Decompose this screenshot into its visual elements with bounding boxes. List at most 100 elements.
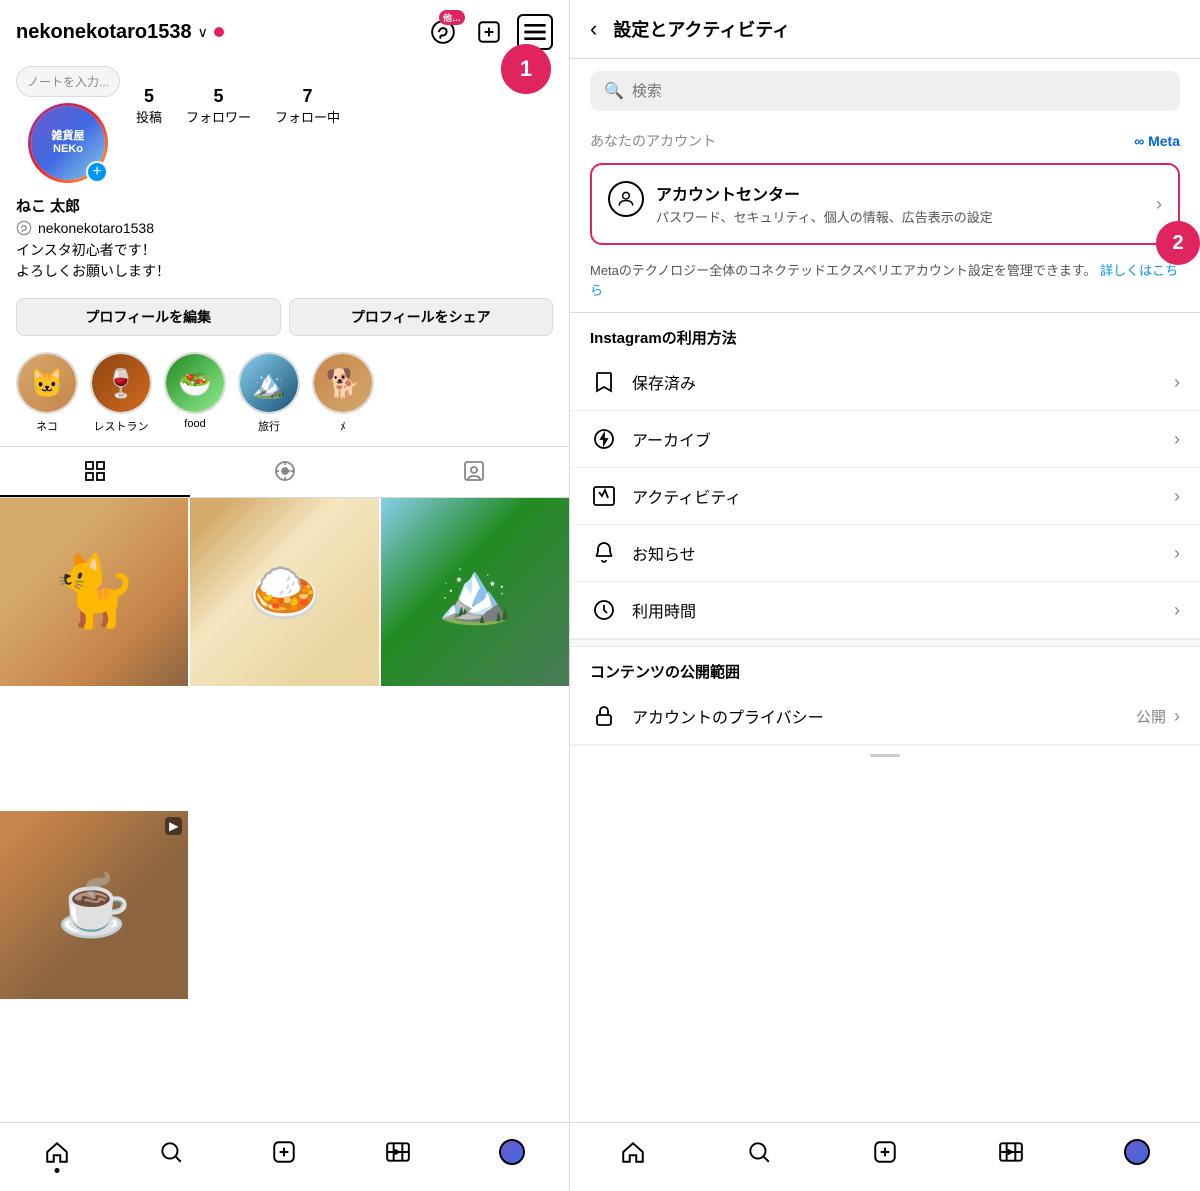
online-dot [214, 27, 224, 37]
highlight-food[interactable]: 🥗 food [164, 352, 226, 434]
highlight-travel[interactable]: 🏔️ 旅行 [238, 352, 300, 434]
privacy-chevron: › [1174, 706, 1180, 727]
avatar-container: 雑貨屋NEKo + [28, 103, 108, 183]
grid-cell-1[interactable]: 🐈 [0, 498, 188, 686]
settings-bottom-hint [570, 745, 1200, 765]
right-search-icon [746, 1139, 772, 1165]
bio-line2: よろしくお願いします！ [16, 263, 170, 279]
right-add-icon [872, 1139, 898, 1165]
settings-item-notifications[interactable]: お知らせ › [570, 525, 1200, 582]
right-nav-home[interactable] [570, 1133, 696, 1171]
search-input[interactable] [632, 83, 1166, 100]
highlight-restaurant[interactable]: 🍷 レストラン [90, 352, 152, 434]
account-section-header: あなたのアカウント ∞ Meta [570, 123, 1200, 157]
grid-cell-4[interactable]: ☕ ▶ [0, 811, 188, 999]
scroll-hint [870, 754, 900, 757]
saved-chevron: › [1174, 372, 1180, 393]
left-panel: nekonekotaro1538 ∨ 他… [0, 0, 570, 1191]
back-button[interactable]: ‹ [590, 16, 597, 42]
right-profile-avatar [1124, 1139, 1150, 1165]
grid-img-4: ☕ [0, 811, 188, 999]
avatar-text: 雑貨屋NEKo [52, 130, 85, 156]
settings-item-saved[interactable]: 保存済み › [570, 354, 1200, 411]
meta-description: Metaのテクノロジー全体のコネクテッドエクスペリエアカウント設定を管理できます… [570, 255, 1200, 313]
highlight-img-restaurant: 🍷 [92, 354, 150, 412]
highlight-label-travel: 旅行 [258, 418, 280, 434]
bottom-nav-left [0, 1122, 569, 1191]
bio-text: インスタ初心者です！ よろしくお願いします！ [16, 240, 553, 282]
settings-item-time[interactable]: 利用時間 › [570, 582, 1200, 639]
display-name: ねこ 太郎 [16, 195, 553, 216]
tab-reels[interactable] [190, 447, 380, 497]
note-text: ノートを入力... [16, 66, 120, 97]
handle-row: nekonekotaro1538 [16, 220, 553, 236]
account-center-text: アカウントセンター パスワード、セキュリティ、個人の情報、広告表示の設定 [656, 181, 1144, 227]
right-home-icon [620, 1139, 646, 1165]
highlight-circle-more: 🐕 [312, 352, 374, 414]
highlight-label-neko: ネコ [36, 418, 58, 434]
username: nekonekotaro1538 [16, 21, 192, 44]
privacy-label: アカウントのプライバシー [632, 704, 1136, 728]
followers-label: フォロワー [186, 107, 251, 126]
stat-followers: 5 フォロワー [186, 86, 251, 126]
highlight-more[interactable]: 🐕 ﾒ [312, 352, 374, 434]
tab-tagged[interactable] [379, 447, 569, 497]
meta-logo: ∞ Meta [1134, 133, 1180, 149]
posts-count: 5 [144, 86, 154, 107]
settings-item-archive[interactable]: アーカイブ › [570, 411, 1200, 468]
highlight-label-more: ﾒ [340, 418, 346, 434]
highlight-circle-travel: 🏔️ [238, 352, 300, 414]
grid-cell-2[interactable]: 🍛 [190, 498, 378, 686]
right-nav-reels[interactable] [948, 1133, 1074, 1171]
bell-icon [590, 539, 618, 567]
bookmark-icon [590, 368, 618, 396]
content-visibility-title: コンテンツの公開範囲 [570, 647, 1200, 688]
threads-handle-icon [16, 220, 32, 236]
share-profile-button[interactable]: プロフィールをシェア [289, 298, 554, 336]
right-reels-icon [998, 1139, 1024, 1165]
search-nav-icon [158, 1139, 184, 1165]
activity-label: アクティビティ [632, 484, 1174, 508]
nav-profile[interactable] [455, 1133, 569, 1171]
add-post-button[interactable] [471, 14, 507, 50]
archive-chevron: › [1174, 429, 1180, 450]
settings-item-privacy[interactable]: アカウントのプライバシー 公開 › [570, 688, 1200, 745]
tab-grid[interactable] [0, 447, 190, 497]
search-icon: 🔍 [604, 81, 624, 101]
time-chevron: › [1174, 600, 1180, 621]
nav-add[interactable] [228, 1133, 342, 1171]
account-center-icon [608, 181, 644, 217]
notification-chevron: › [1174, 543, 1180, 564]
edit-profile-button[interactable]: プロフィールを編集 [16, 298, 281, 336]
highlight-circle-food: 🥗 [164, 352, 226, 414]
nav-search[interactable] [114, 1133, 228, 1171]
grid-cell-3[interactable]: 🏔️ [381, 498, 569, 686]
threads-button[interactable]: 他… [425, 14, 461, 50]
annotation-circle-2: 2 [1156, 221, 1200, 265]
reels-icon [273, 459, 297, 483]
time-label: 利用時間 [632, 598, 1174, 622]
stat-following: 7 フォロー中 [275, 86, 340, 126]
highlight-img-food: 🥗 [166, 354, 224, 412]
nav-home[interactable] [0, 1133, 114, 1171]
meta-desc-text: Metaのテクノロジー全体のコネクテッドエクスペリエアカウント設定を管理できます… [590, 263, 1097, 278]
nav-reels[interactable] [341, 1133, 455, 1171]
grid-img-2: 🍛 [190, 498, 378, 686]
handle-text: nekonekotaro1538 [38, 220, 154, 236]
account-center-subtitle: パスワード、セキュリティ、個人の情報、広告表示の設定 [656, 209, 1144, 227]
action-buttons: プロフィールを編集 プロフィールをシェア [0, 290, 569, 344]
right-nav-profile[interactable] [1074, 1133, 1200, 1171]
right-topbar: ‹ 設定とアクティビティ [570, 0, 1200, 59]
highlight-label-restaurant: レストラン [94, 418, 149, 434]
add-story-button[interactable]: + [86, 161, 108, 183]
right-nav-search[interactable] [696, 1133, 822, 1171]
dropdown-icon[interactable]: ∨ [198, 24, 208, 41]
home-active-dot [54, 1168, 59, 1173]
account-center-card[interactable]: アカウントセンター パスワード、セキュリティ、個人の情報、広告表示の設定 › 2 [590, 163, 1180, 245]
settings-item-activity[interactable]: アクティビティ › [570, 468, 1200, 525]
right-nav-add[interactable] [822, 1133, 948, 1171]
search-bar[interactable]: 🔍 [590, 71, 1180, 111]
topbar-icons: 他… 1 [425, 14, 553, 50]
highlight-neko[interactable]: 🐱 ネコ [16, 352, 78, 434]
privacy-value: 公開 [1136, 706, 1166, 727]
